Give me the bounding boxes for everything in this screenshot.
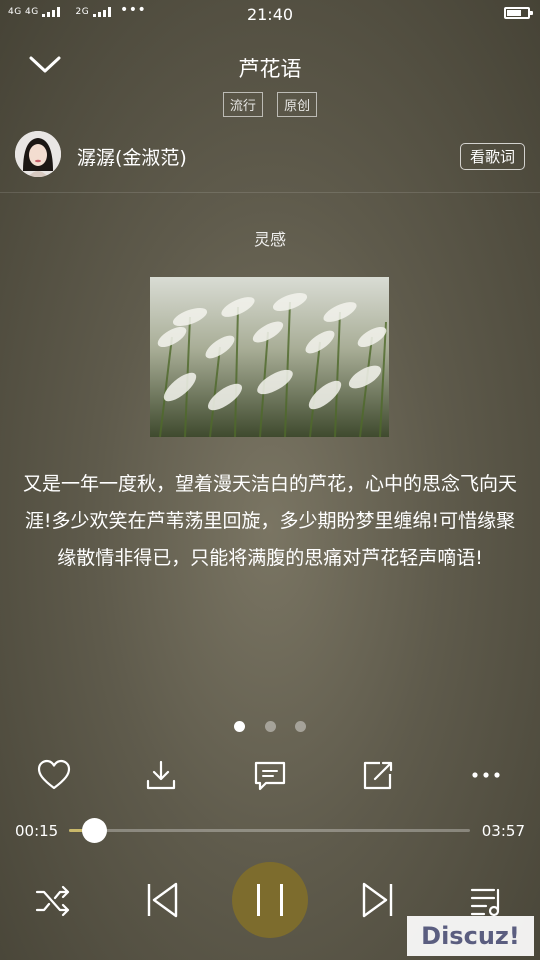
reed-image-icon bbox=[150, 277, 389, 437]
artist-row: 潺潺(金淑范) 看歌词 bbox=[15, 131, 525, 179]
previous-icon[interactable] bbox=[142, 880, 182, 920]
pause-icon bbox=[257, 884, 283, 916]
page-dot-2[interactable] bbox=[264, 721, 276, 732]
avatar-portrait-icon bbox=[15, 131, 61, 177]
heart-icon[interactable] bbox=[36, 757, 72, 793]
battery-icon bbox=[504, 7, 533, 19]
inspiration-title: 灵感 bbox=[253, 230, 286, 249]
song-tags: 流行 原创 bbox=[0, 92, 540, 117]
tag-original[interactable]: 原创 bbox=[277, 92, 318, 117]
next-icon[interactable] bbox=[358, 880, 398, 920]
inspiration-text: 又是一年一度秋，望着漫天洁白的芦花，心中的思念飞向天涯!多少欢笑在芦苇荡里回旋，… bbox=[22, 473, 517, 569]
action-bar bbox=[0, 757, 540, 795]
comment-icon[interactable] bbox=[252, 757, 288, 793]
pause-button[interactable] bbox=[232, 862, 308, 938]
current-time: 00:15 bbox=[15, 822, 59, 840]
avatar[interactable] bbox=[15, 131, 61, 177]
view-lyrics-button[interactable]: 看歌词 bbox=[459, 143, 525, 170]
divider bbox=[0, 192, 540, 193]
share-icon[interactable] bbox=[360, 757, 396, 793]
clock: 21:40 bbox=[246, 5, 294, 24]
more-icon[interactable] bbox=[468, 757, 504, 793]
status-bar: 4G 4G 2G ••• 21:40 bbox=[0, 0, 540, 30]
song-title: 芦花语 bbox=[238, 57, 302, 81]
artist-name[interactable]: 潺潺(金淑范) bbox=[77, 143, 187, 170]
progress-bar[interactable] bbox=[69, 829, 470, 832]
download-icon[interactable] bbox=[143, 757, 179, 793]
tag-genre[interactable]: 流行 bbox=[222, 92, 263, 117]
playlist-icon[interactable] bbox=[468, 882, 506, 920]
reed-photo bbox=[150, 277, 389, 437]
page-dot-1[interactable] bbox=[234, 721, 246, 732]
shuffle-icon[interactable] bbox=[34, 882, 72, 920]
progress-thumb[interactable] bbox=[81, 818, 107, 843]
page-dot-3[interactable] bbox=[294, 721, 306, 732]
watermark-logo: Discuz! bbox=[407, 916, 534, 956]
total-time: 03:57 bbox=[481, 822, 525, 840]
page-indicator bbox=[0, 717, 540, 736]
